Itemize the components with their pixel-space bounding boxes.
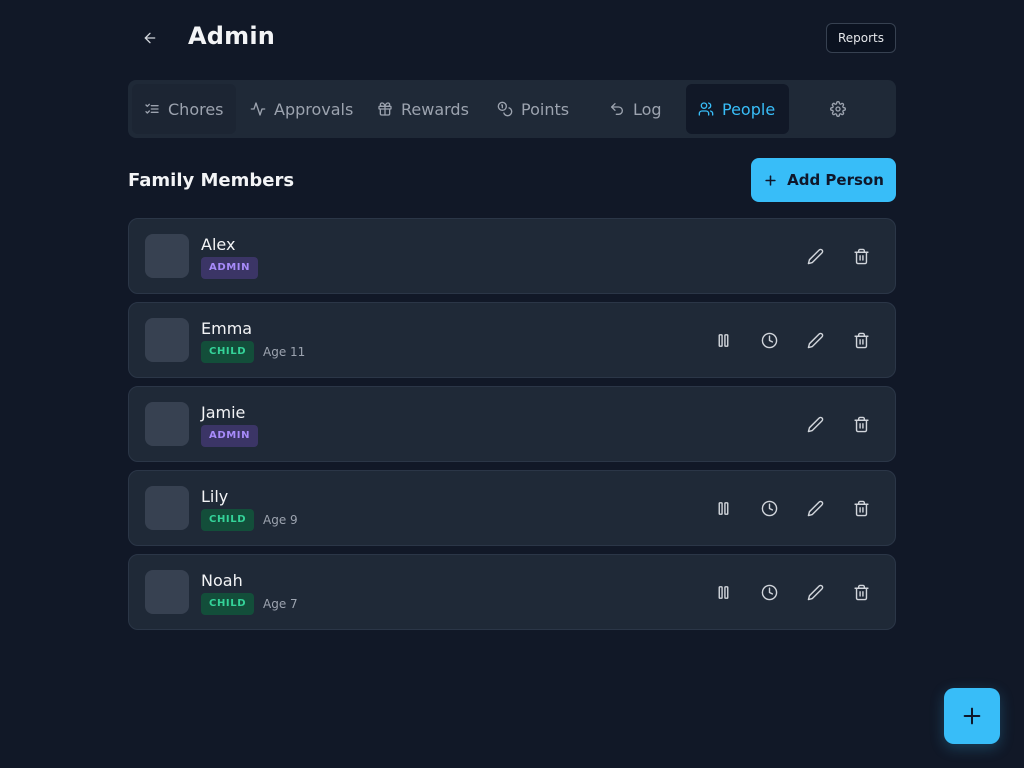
- person-card: Jamie ADMIN: [128, 386, 896, 462]
- edit-button[interactable]: [797, 406, 833, 442]
- clock-icon: [761, 584, 777, 600]
- arrow-left-icon: [144, 32, 156, 44]
- role-badge: ADMIN: [201, 257, 259, 279]
- delete-button[interactable]: [843, 322, 879, 358]
- person-card: Noah CHILD Age 7: [128, 554, 896, 630]
- clock-icon: [761, 500, 777, 516]
- admin-page: Admin Reports Chores Approvals Rewards P…: [0, 0, 1024, 768]
- undo-icon: [611, 103, 623, 115]
- history-button[interactable]: [751, 322, 787, 358]
- clock-icon: [761, 332, 777, 348]
- person-name: Jamie: [201, 403, 246, 422]
- activity-icon: [250, 102, 266, 116]
- pause-button[interactable]: [705, 490, 741, 526]
- person-name: Lily: [201, 487, 229, 506]
- role-badge: CHILD: [201, 341, 255, 363]
- page-title: Admin: [188, 22, 276, 50]
- gift-icon: [378, 102, 392, 116]
- edit-button[interactable]: [797, 490, 833, 526]
- pause-icon: [718, 501, 728, 515]
- plus-icon: [765, 174, 776, 186]
- back-button[interactable]: [136, 22, 164, 54]
- checklist-icon: [145, 103, 159, 114]
- avatar: [145, 570, 189, 614]
- coins-icon: [497, 101, 513, 117]
- avatar: [145, 234, 189, 278]
- avatar: [145, 402, 189, 446]
- tab-people[interactable]: People: [686, 84, 789, 134]
- gear-icon: [830, 101, 846, 117]
- tab-points[interactable]: Points: [485, 84, 581, 134]
- pencil-icon: [807, 416, 823, 432]
- person-card: Emma CHILD Age 11: [128, 302, 896, 378]
- tab-label: People: [722, 99, 776, 119]
- role-badge: CHILD: [201, 509, 255, 531]
- trash-icon: [853, 500, 869, 516]
- person-age: Age 11: [263, 345, 306, 359]
- pause-button[interactable]: [705, 574, 741, 610]
- reports-button[interactable]: Reports: [825, 23, 896, 53]
- tab-rewards[interactable]: Rewards: [365, 84, 481, 134]
- tab-label: Log: [633, 99, 662, 119]
- section-title: Family Members: [128, 170, 295, 191]
- delete-button[interactable]: [843, 490, 879, 526]
- pause-button[interactable]: [705, 322, 741, 358]
- delete-button[interactable]: [843, 574, 879, 610]
- pause-icon: [718, 333, 728, 347]
- people-list: Alex ADMIN Emma CHILD Age 11 Jamie ADMIN…: [128, 218, 896, 638]
- person-card: Lily CHILD Age 9: [128, 470, 896, 546]
- edit-button[interactable]: [797, 238, 833, 274]
- avatar: [145, 318, 189, 362]
- person-actions: [797, 406, 879, 442]
- avatar: [145, 486, 189, 530]
- trash-icon: [853, 248, 869, 264]
- person-card: Alex ADMIN: [128, 218, 896, 294]
- history-button[interactable]: [751, 490, 787, 526]
- plus-icon: [963, 707, 981, 725]
- edit-button[interactable]: [797, 574, 833, 610]
- tab-settings[interactable]: [818, 84, 858, 134]
- person-actions: [705, 490, 879, 526]
- tab-label: Approvals: [274, 99, 354, 119]
- pencil-icon: [807, 248, 823, 264]
- tab-log[interactable]: Log: [597, 84, 674, 134]
- role-badge: CHILD: [201, 593, 255, 615]
- users-icon: [698, 102, 714, 116]
- person-name: Alex: [201, 235, 236, 254]
- person-name: Noah: [201, 571, 243, 590]
- person-actions: [797, 238, 879, 274]
- trash-icon: [853, 416, 869, 432]
- history-button[interactable]: [751, 574, 787, 610]
- person-age: Age 9: [263, 513, 298, 527]
- pencil-icon: [807, 332, 823, 348]
- tab-approvals[interactable]: Approvals: [238, 84, 365, 134]
- role-badge: ADMIN: [201, 425, 259, 447]
- floating-add-button[interactable]: [944, 688, 1000, 744]
- edit-button[interactable]: [797, 322, 833, 358]
- tab-label: Rewards: [401, 99, 469, 119]
- tab-bar: Chores Approvals Rewards Points Log Peop…: [128, 80, 896, 138]
- person-age: Age 7: [263, 597, 298, 611]
- tab-chores[interactable]: Chores: [132, 84, 236, 134]
- person-actions: [705, 322, 879, 358]
- pause-icon: [718, 585, 728, 599]
- pencil-icon: [807, 500, 823, 516]
- trash-icon: [853, 332, 869, 348]
- add-person-label: Add Person: [787, 171, 884, 189]
- tab-label: Chores: [168, 99, 224, 119]
- page-header: Admin Reports: [128, 16, 896, 60]
- tab-label: Points: [521, 99, 570, 119]
- delete-button[interactable]: [843, 238, 879, 274]
- pencil-icon: [807, 584, 823, 600]
- trash-icon: [853, 584, 869, 600]
- delete-button[interactable]: [843, 406, 879, 442]
- person-actions: [705, 574, 879, 610]
- add-person-button[interactable]: Add Person: [751, 158, 896, 202]
- person-name: Emma: [201, 319, 253, 338]
